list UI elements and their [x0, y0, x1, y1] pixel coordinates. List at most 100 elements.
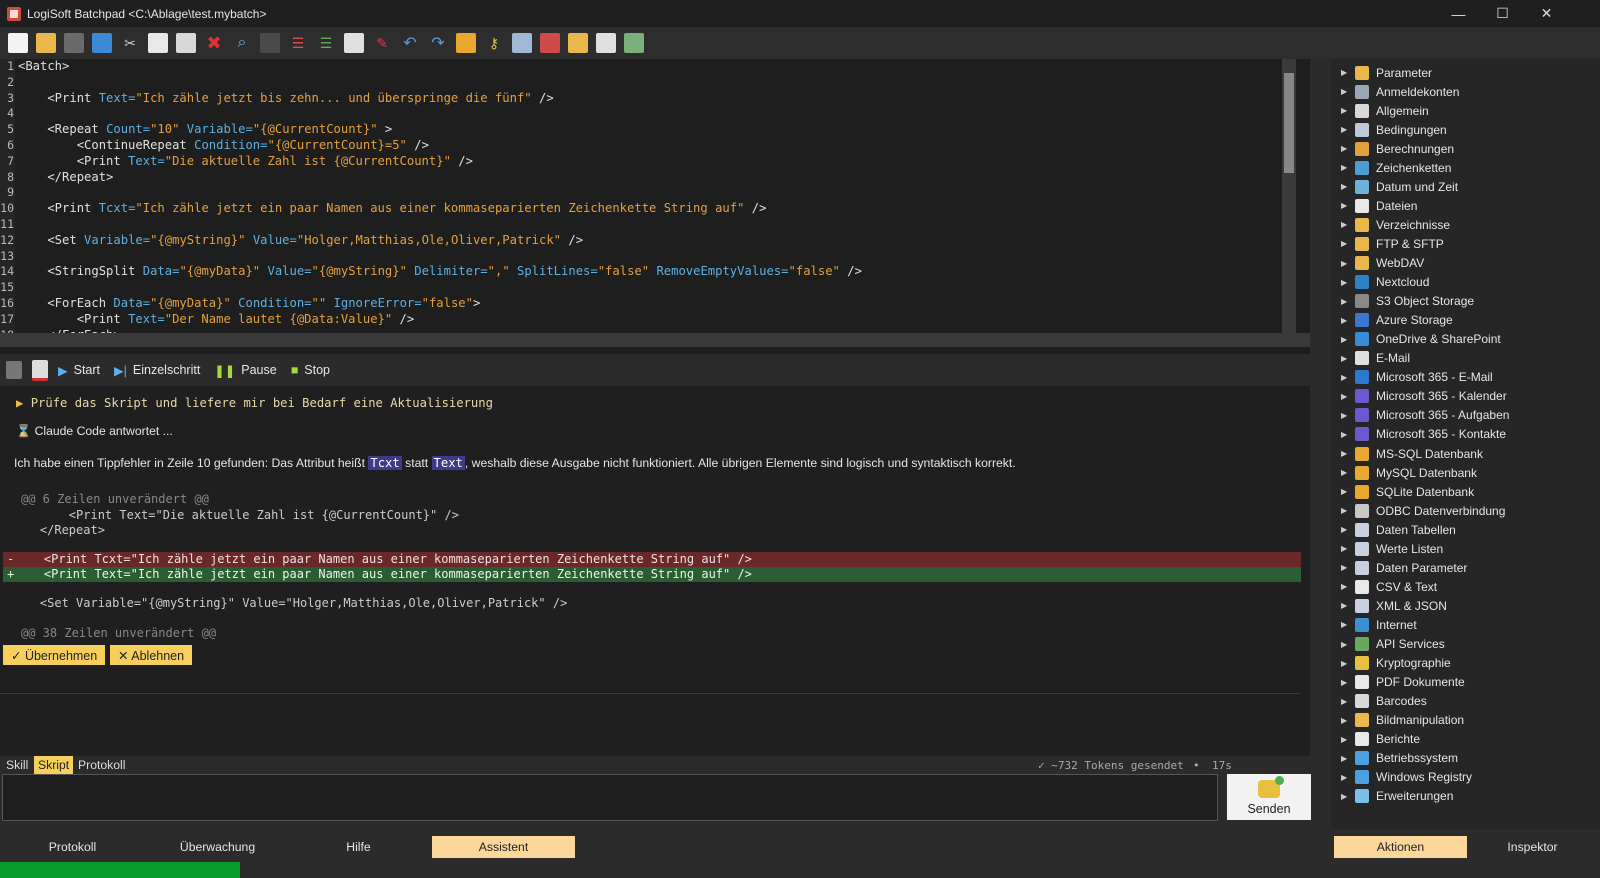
expand-arrow-icon[interactable]: ▶	[1341, 430, 1353, 439]
expand-arrow-icon[interactable]: ▶	[1341, 68, 1353, 77]
sidebar-item[interactable]: ▶ MySQL Datenbank	[1331, 463, 1477, 482]
tab-assistent[interactable]: Assistent	[432, 836, 575, 858]
expand-arrow-icon[interactable]: ▶	[1341, 506, 1353, 515]
tab-protokoll[interactable]: Protokoll	[78, 758, 125, 772]
tab-hilfe[interactable]: Hilfe	[296, 836, 421, 858]
minimize-button[interactable]: —	[1436, 0, 1481, 27]
sidebar-item[interactable]: ▶ S3 Object Storage	[1331, 292, 1474, 311]
sidebar-item[interactable]: ▶ SQLite Datenbank	[1331, 482, 1474, 501]
pause-button[interactable]: ❚❚ Pause	[214, 363, 276, 378]
sidebar-item[interactable]: ▶ ODBC Datenverbindung	[1331, 501, 1505, 520]
paste-icon[interactable]	[176, 33, 196, 53]
expand-arrow-icon[interactable]: ▶	[1341, 601, 1353, 610]
sidebar-item[interactable]: ▶ Daten Tabellen	[1331, 520, 1456, 539]
sidebar-item[interactable]: ▶ Microsoft 365 - Kontakte	[1331, 425, 1506, 444]
expand-arrow-icon[interactable]: ▶	[1341, 392, 1353, 401]
expand-arrow-icon[interactable]: ▶	[1341, 239, 1353, 248]
sidebar-item[interactable]: ▶ MS-SQL Datenbank	[1331, 444, 1483, 463]
calendar-icon[interactable]	[540, 33, 560, 53]
open-folder-icon[interactable]	[36, 33, 56, 53]
sidebar-item[interactable]: ▶ Betriebssystem	[1331, 749, 1458, 768]
expand-arrow-icon[interactable]: ▶	[1341, 163, 1353, 172]
close-window-button[interactable]: ✕	[1524, 0, 1569, 27]
sidebar-item[interactable]: ▶ Kryptographie	[1331, 654, 1451, 673]
sidebar-item[interactable]: ▶ Parameter	[1331, 63, 1432, 82]
sidebar-item[interactable]: ▶ Microsoft 365 - Aufgaben	[1331, 406, 1509, 425]
sidebar-item[interactable]: ▶ Azure Storage	[1331, 311, 1453, 330]
expand-arrow-icon[interactable]: ▶	[1341, 411, 1353, 420]
key-icon[interactable]: ⚷	[484, 33, 504, 53]
expand-arrow-icon[interactable]: ▶	[1341, 754, 1353, 763]
expand-arrow-icon[interactable]: ▶	[1341, 697, 1353, 706]
sidebar-item[interactable]: ▶ Verzeichnisse	[1331, 215, 1450, 234]
tab-skript[interactable]: Skript	[34, 756, 74, 774]
sidebar-item[interactable]: ▶ Nextcloud	[1331, 273, 1429, 292]
expand-arrow-icon[interactable]: ▶	[1341, 220, 1353, 229]
expand-arrow-icon[interactable]: ▶	[1341, 544, 1353, 553]
expand-arrow-icon[interactable]: ▶	[1341, 735, 1353, 744]
tab-skill[interactable]: Skill	[6, 758, 28, 772]
tab-inspektor[interactable]: Inspektor	[1470, 836, 1595, 858]
outdent-icon[interactable]: ☰	[288, 33, 308, 53]
new-file-icon[interactable]	[8, 33, 28, 53]
sidebar-item[interactable]: ▶ Allgemein	[1331, 101, 1429, 120]
step-button[interactable]: ▶| Einzelschritt	[114, 363, 200, 378]
sidebar-item[interactable]: ▶ Windows Registry	[1331, 768, 1472, 787]
document-icon[interactable]	[6, 361, 22, 379]
save-icon[interactable]	[64, 33, 84, 53]
expand-arrow-icon[interactable]: ▶	[1341, 468, 1353, 477]
editor-vertical-scrollbar[interactable]	[1282, 59, 1296, 333]
expand-arrow-icon[interactable]: ▶	[1341, 259, 1353, 268]
expand-arrow-icon[interactable]: ▶	[1341, 278, 1353, 287]
maximize-button[interactable]: ☐	[1480, 0, 1525, 27]
sidebar-item[interactable]: ▶ Barcodes	[1331, 692, 1427, 711]
save-as-icon[interactable]	[92, 33, 112, 53]
indent-icon[interactable]: ☰	[316, 33, 336, 53]
start-button[interactable]: ▶ Start	[58, 363, 100, 378]
code-area[interactable]: <Batch> <Print Text="Ich zähle jetzt bis…	[18, 59, 1290, 345]
sidebar-item[interactable]: ▶ Berechnungen	[1331, 139, 1454, 158]
expand-arrow-icon[interactable]: ▶	[1341, 792, 1353, 801]
expand-arrow-icon[interactable]: ▶	[1341, 316, 1353, 325]
export-icon[interactable]	[344, 33, 364, 53]
expand-arrow-icon[interactable]: ▶	[1341, 563, 1353, 572]
sidebar-item[interactable]: ▶ OneDrive & SharePoint	[1331, 330, 1501, 349]
sidebar-item[interactable]: ▶ Bildmanipulation	[1331, 711, 1464, 730]
search-icon[interactable]: ⌕	[232, 33, 252, 53]
script-editor[interactable]: 123456789101112131415161718 <Batch> <Pri…	[0, 59, 1310, 354]
id-card-icon[interactable]	[596, 33, 616, 53]
expand-arrow-icon[interactable]: ▶	[1341, 449, 1353, 458]
notes-icon[interactable]	[568, 33, 588, 53]
sidebar-item[interactable]: ▶ E-Mail	[1331, 349, 1410, 368]
expand-arrow-icon[interactable]: ▶	[1341, 525, 1353, 534]
sidebar-item[interactable]: ▶ Datum und Zeit	[1331, 177, 1458, 196]
expand-arrow-icon[interactable]: ▶	[1341, 582, 1353, 591]
reject-button[interactable]: ✕ Ablehnen	[110, 645, 193, 665]
tab-bottom-protokoll[interactable]: Protokoll	[10, 836, 135, 858]
expand-arrow-icon[interactable]: ▶	[1341, 182, 1353, 191]
sidebar-item[interactable]: ▶ API Services	[1331, 635, 1445, 654]
expand-arrow-icon[interactable]: ▶	[1341, 87, 1353, 96]
expand-arrow-icon[interactable]: ▶	[1341, 354, 1353, 363]
sidebar-item[interactable]: ▶ Microsoft 365 - E-Mail	[1331, 368, 1493, 387]
chat-input[interactable]	[2, 774, 1218, 821]
sidebar-item[interactable]: ▶ Microsoft 365 - Kalender	[1331, 387, 1507, 406]
expand-arrow-icon[interactable]: ▶	[1341, 201, 1353, 210]
accept-button[interactable]: ✓ Übernehmen	[3, 645, 106, 665]
tab-ueberwachung[interactable]: Überwachung	[155, 836, 280, 858]
copy-icon[interactable]	[148, 33, 168, 53]
clear-document-icon[interactable]	[32, 359, 48, 381]
cut-icon[interactable]: ✂	[120, 33, 140, 53]
expand-arrow-icon[interactable]: ▶	[1341, 125, 1353, 134]
package-icon[interactable]	[456, 33, 476, 53]
select-icon[interactable]	[260, 33, 280, 53]
expand-arrow-icon[interactable]: ▶	[1341, 716, 1353, 725]
sidebar-item[interactable]: ▶ Internet	[1331, 615, 1417, 634]
sidebar-item[interactable]: ▶ FTP & SFTP	[1331, 234, 1444, 253]
window-icon[interactable]	[512, 33, 532, 53]
sidebar-item[interactable]: ▶ PDF Dokumente	[1331, 673, 1465, 692]
sidebar-item[interactable]: ▶ Anmeldekonten	[1331, 82, 1459, 101]
sidebar-item[interactable]: ▶ Werte Listen	[1331, 539, 1443, 558]
sidebar-item[interactable]: ▶ XML & JSON	[1331, 596, 1447, 615]
editor-horizontal-scrollbar[interactable]	[0, 333, 1310, 347]
